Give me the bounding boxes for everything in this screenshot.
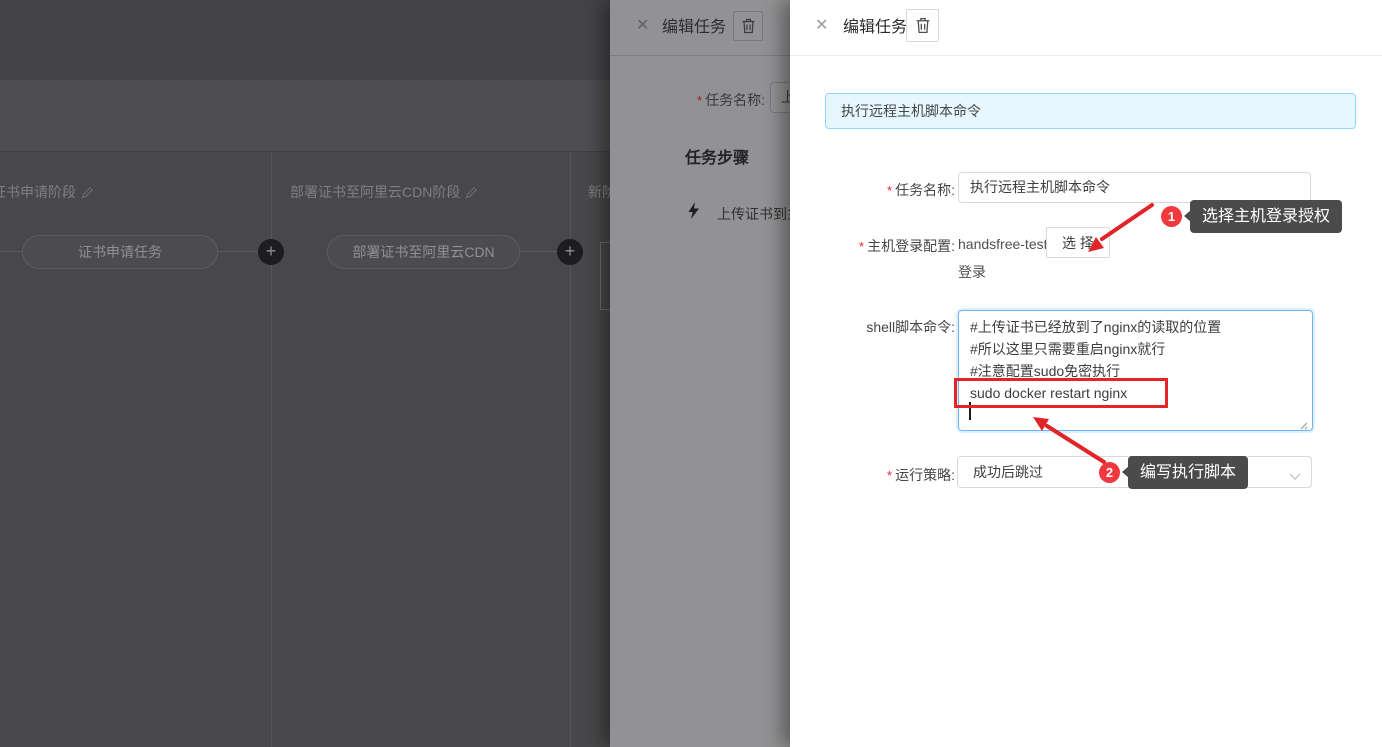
annotation-tooltip-2: 编写执行脚本 <box>1128 456 1248 489</box>
stage-title-2-text: 部署证书至阿里云CDN阶段 <box>290 182 460 202</box>
shell-line: #所以这里只需要重启nginx就行 <box>970 338 1301 360</box>
trash-icon <box>915 17 931 34</box>
run-policy-value: 成功后跳过 <box>973 464 1043 480</box>
close-icon[interactable]: ✕ <box>815 15 828 35</box>
app-screen: 证书申请阶段 部署证书至阿里云CDN阶段 新阶段 证书申请任务 + 部署证书至阿… <box>0 0 1382 747</box>
task-node-deploy-cdn[interactable]: 部署证书至阿里云CDN <box>327 235 520 269</box>
flow-connector <box>218 251 258 252</box>
tooltip-caret <box>1122 466 1129 478</box>
delete-task-button[interactable] <box>733 11 763 41</box>
run-policy-label: *运行策略: <box>790 465 955 485</box>
task-name-label-back: *任务名称: <box>610 90 765 110</box>
host-login-value: handsfree-test <box>958 236 1048 252</box>
task-steps-heading: 任务步骤 <box>685 144 749 168</box>
drawer-back-title: 编辑任务 <box>662 13 726 37</box>
delete-task-button[interactable] <box>906 9 939 42</box>
add-task-button[interactable]: + <box>557 239 583 265</box>
task-type-alert: 执行远程主机脚本命令 <box>825 93 1356 129</box>
step-badge-2: 2 <box>1099 462 1120 483</box>
required-mark: * <box>859 239 864 254</box>
stage-title-1: 证书申请阶段 <box>0 182 94 202</box>
tooltip-caret <box>1184 210 1191 222</box>
shell-line: #上传证书已经放到了nginx的读取的位置 <box>970 316 1301 338</box>
trash-icon <box>741 18 756 34</box>
task-node-cert-apply[interactable]: 证书申请任务 <box>22 235 218 269</box>
plus-icon: + <box>266 241 277 261</box>
host-login-label: *主机登录配置: <box>790 236 955 256</box>
lightning-icon <box>687 202 700 224</box>
chevron-down-icon <box>1289 468 1301 486</box>
stage-title-1-text: 证书申请阶段 <box>0 182 76 202</box>
required-mark: * <box>887 468 892 483</box>
task-node-label: 部署证书至阿里云CDN <box>352 242 494 262</box>
edit-pencil-icon[interactable] <box>466 186 478 198</box>
drawer-title: 编辑任务 <box>843 13 907 37</box>
stage-title-2: 部署证书至阿里云CDN阶段 <box>290 182 478 202</box>
drawer-header: ✕ 编辑任务 <box>790 0 1382 56</box>
required-mark: * <box>697 93 702 108</box>
choose-host-button[interactable]: 选 择 <box>1046 227 1110 258</box>
required-mark: * <box>887 183 892 198</box>
annotation-tooltip-1: 选择主机登录授权 <box>1190 200 1342 233</box>
edit-task-drawer: ✕ 编辑任务 执行远程主机脚本命令 *任务名称: 执行远程主机脚本命令 *主机登… <box>790 0 1382 747</box>
task-node-label: 证书申请任务 <box>78 242 162 262</box>
edit-pencil-icon[interactable] <box>82 186 94 198</box>
host-login-value-wrap: 登录 <box>958 262 986 282</box>
highlight-rectangle <box>954 378 1168 408</box>
shell-script-label: shell脚本命令: <box>790 317 955 337</box>
shell-script-textarea[interactable]: #上传证书已经放到了nginx的读取的位置 #所以这里只需要重启nginx就行 … <box>958 310 1313 431</box>
plus-icon: + <box>565 241 576 261</box>
textarea-resize-handle[interactable] <box>1298 417 1308 435</box>
task-name-label: *任务名称: <box>790 180 955 200</box>
add-task-button[interactable]: + <box>258 239 284 265</box>
task-name-input[interactable]: 执行远程主机脚本命令 <box>958 172 1311 203</box>
close-icon[interactable]: ✕ <box>636 15 649 35</box>
flow-connector <box>520 251 557 252</box>
step-badge-1: 1 <box>1161 206 1182 227</box>
flow-connector <box>0 251 22 252</box>
task-step-item[interactable]: 上传证书到主 <box>717 204 801 224</box>
